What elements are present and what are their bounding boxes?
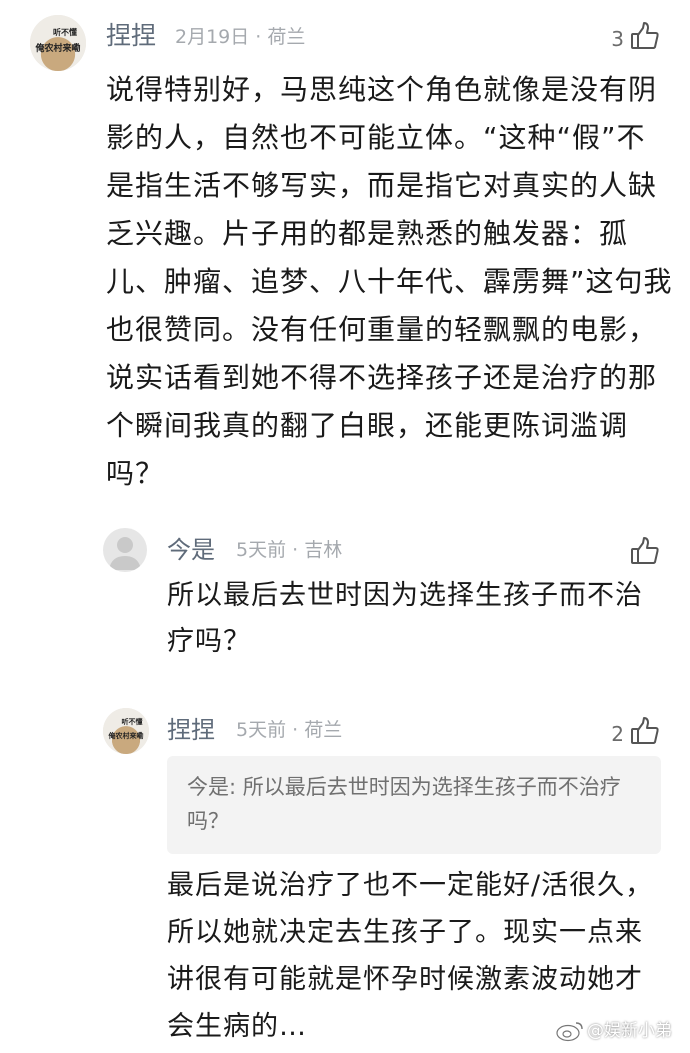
comment-text: 说得特别好，马思纯这个角色就像是没有阴影的人，自然也不可能立体。“这种“假”不是… <box>106 73 673 490</box>
comment-author[interactable]: 捏捏 <box>106 20 156 52</box>
thumbs-up-icon <box>631 537 659 564</box>
avatar-photo <box>30 15 86 71</box>
avatar-caption: 俺农村来嘞 <box>35 44 81 54</box>
like-button[interactable]: 3 <box>611 17 660 51</box>
like-button[interactable]: 2 <box>611 712 660 746</box>
avatar[interactable]: 听不懂 俺农村来嘞 <box>103 708 149 754</box>
avatar[interactable] <box>103 528 147 572</box>
default-avatar-icon <box>109 537 141 570</box>
thumbs-up-icon <box>631 717 659 744</box>
comment-meta: 5天前 · 吉林 <box>236 539 343 561</box>
avatar-caption: 俺农村来嘞 <box>108 732 144 740</box>
avatar[interactable]: 听不懂 俺农村来嘞 <box>30 15 86 71</box>
quoted-comment[interactable]: 今是: 所以最后去世时因为选择生孩子而不治疗吗？ <box>167 756 661 854</box>
watermark: @娱新小弟 <box>556 1019 672 1043</box>
comment-author[interactable]: 捏捏 <box>167 714 215 746</box>
like-button[interactable] <box>630 532 660 566</box>
comment-text: 所以最后去世时因为选择生孩子而不治疗吗？ <box>167 580 643 657</box>
weibo-logo-icon <box>556 1022 583 1042</box>
like-count: 2 <box>611 722 624 746</box>
watermark-text: @娱新小弟 <box>587 1021 672 1041</box>
avatar-caption: 听不懂 <box>53 28 77 37</box>
avatar-photo <box>103 708 149 754</box>
thumbs-up-icon <box>631 22 659 49</box>
comment-meta: 5天前 · 荷兰 <box>236 719 343 741</box>
quoted-text: 今是: 所以最后去世时因为选择生孩子而不治疗吗？ <box>187 775 621 833</box>
avatar-caption: 听不懂 <box>121 718 143 726</box>
comment-author[interactable]: 今是 <box>167 534 215 566</box>
like-count: 3 <box>611 27 624 51</box>
comment-meta: 2月19日 · 荷兰 <box>175 26 306 48</box>
